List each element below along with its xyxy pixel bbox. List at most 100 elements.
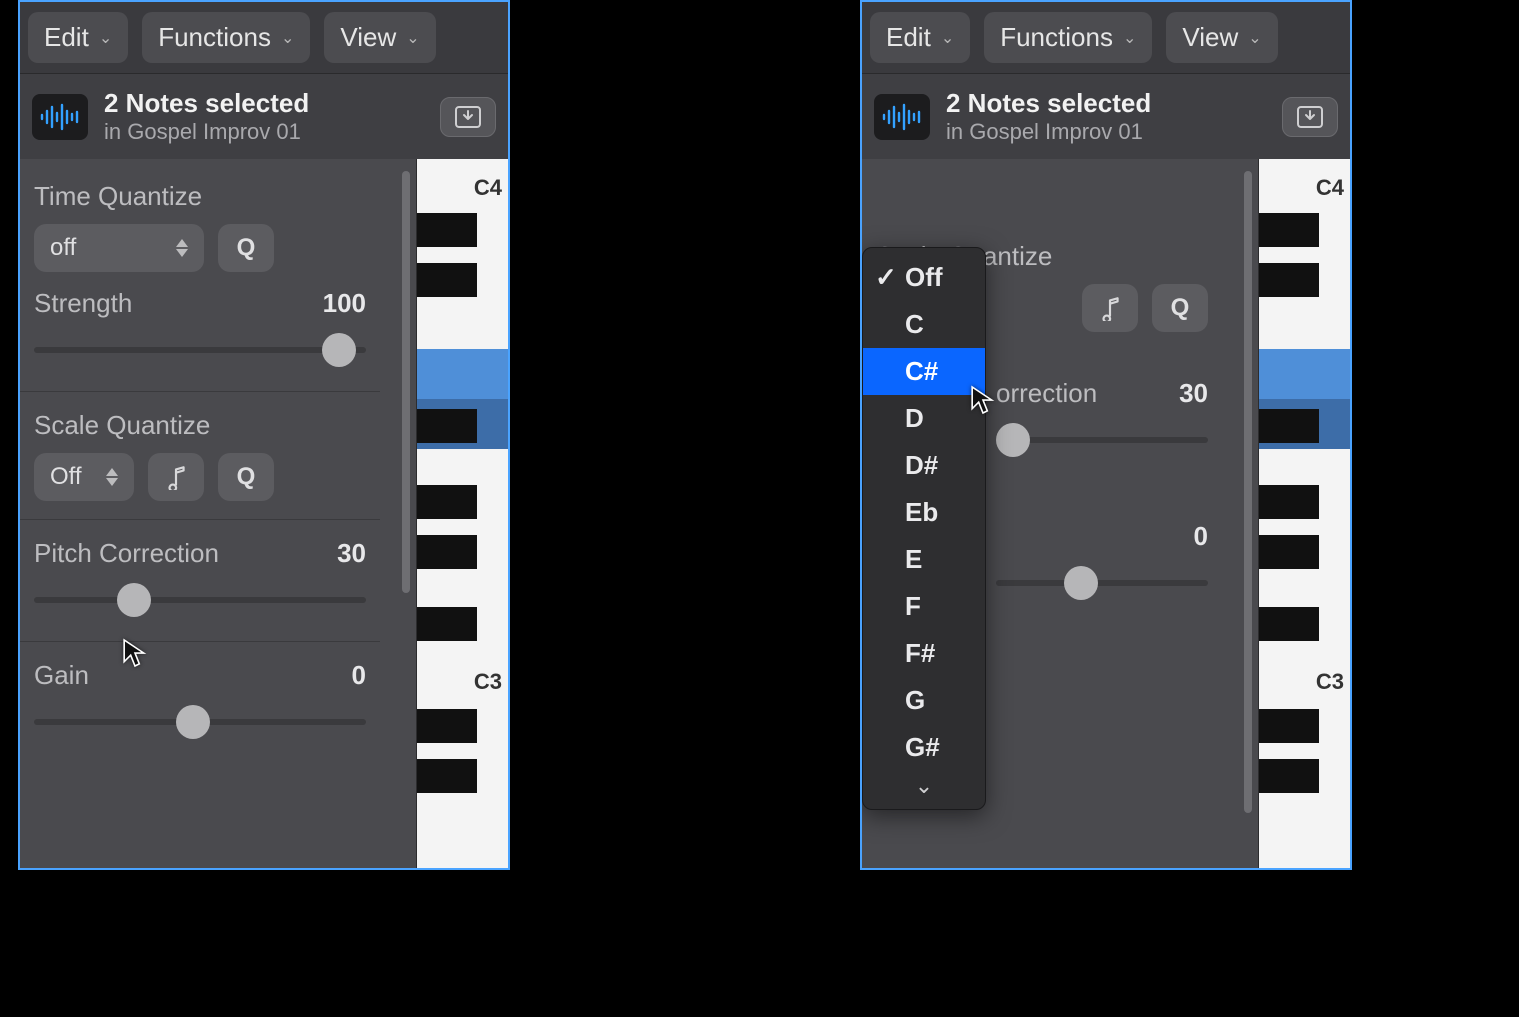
dropdown-item-label: C# — [905, 356, 938, 387]
gain-value: 0 — [352, 660, 366, 691]
slider-track — [996, 580, 1208, 586]
scale-type-button[interactable] — [148, 453, 204, 501]
piano-black-key[interactable] — [417, 409, 477, 443]
selection-header: 2 Notes selected in Gospel Improv 01 — [862, 74, 1350, 159]
dropdown-item-g[interactable]: G — [863, 677, 985, 724]
scale-type-button[interactable] — [1082, 284, 1138, 332]
piano-key-label-c3: C3 — [1316, 669, 1344, 695]
scale-quantize-select[interactable]: Off — [34, 453, 134, 501]
strength-label: Strength — [34, 288, 132, 319]
inspector-toggle-button[interactable] — [1282, 97, 1338, 137]
inspector: Time Quantize off Q Strength 100 — [20, 159, 380, 870]
dropdown-item-label: C — [905, 309, 924, 340]
menu-view-label: View — [1182, 22, 1238, 53]
scrollbar[interactable] — [402, 171, 410, 593]
piano-black-key[interactable] — [1259, 485, 1319, 519]
slider-knob[interactable] — [322, 333, 356, 367]
dropdown-item-label: D — [905, 403, 924, 434]
waveform-icon — [874, 94, 930, 140]
time-quantize-select[interactable]: off — [34, 224, 204, 272]
pitch-correction-slider[interactable] — [34, 577, 366, 623]
dropdown-item-c[interactable]: C — [863, 301, 985, 348]
dropdown-item-f[interactable]: F — [863, 583, 985, 630]
menu-functions[interactable]: Functions ⌄ — [984, 12, 1152, 63]
time-quantize-label: Time Quantize — [34, 181, 366, 212]
q-label: Q — [1171, 294, 1190, 322]
piano-black-key[interactable] — [417, 213, 477, 247]
dropdown-item-label: D# — [905, 450, 938, 481]
editor-panel-right: Edit ⌄ Functions ⌄ View ⌄ — [860, 0, 1352, 870]
waveform-icon — [32, 94, 88, 140]
dropdown-item-fsharp[interactable]: F# — [863, 630, 985, 677]
pitch-correction-slider[interactable] — [996, 417, 1208, 463]
slider-knob[interactable] — [1064, 566, 1098, 600]
inspector: Scale Quantize Q orrection 30 — [862, 159, 1222, 870]
inspector-toggle-button[interactable] — [440, 97, 496, 137]
menu-edit[interactable]: Edit ⌄ — [28, 12, 128, 63]
dropdown-item-label: F# — [905, 638, 935, 669]
divider — [20, 641, 380, 642]
slider-track — [34, 597, 366, 603]
slider-knob[interactable] — [996, 423, 1030, 457]
dropdown-item-csharp[interactable]: C# — [863, 348, 985, 395]
scale-quantize-value: Off — [50, 463, 82, 491]
dropdown-item-label: E — [905, 544, 922, 575]
dropdown-item-label: F — [905, 591, 921, 622]
second-slider[interactable] — [996, 560, 1208, 606]
piano-black-key[interactable] — [1259, 263, 1319, 297]
cursor-icon — [122, 637, 148, 669]
chevron-down-icon: ⌄ — [406, 28, 419, 48]
piano-roll[interactable]: C4 C3 — [416, 159, 508, 870]
menubar: Edit ⌄ Functions ⌄ View ⌄ — [862, 2, 1350, 74]
dropdown-item-off[interactable]: ✓Off — [863, 254, 985, 301]
piano-black-key[interactable] — [1259, 709, 1319, 743]
piano-black-key[interactable] — [1259, 213, 1319, 247]
dropdown-item-label: G — [905, 685, 925, 716]
time-quantize-apply-button[interactable]: Q — [218, 224, 274, 272]
dropdown-item-label: G# — [905, 732, 940, 763]
menu-view[interactable]: View ⌄ — [1166, 12, 1277, 63]
slider-knob[interactable] — [176, 705, 210, 739]
scale-quantize-apply-button[interactable]: Q — [218, 453, 274, 501]
dropdown-item-e[interactable]: E — [863, 536, 985, 583]
strength-slider[interactable] — [34, 327, 366, 373]
second-value: 0 — [1194, 521, 1208, 552]
stepper-icon — [106, 468, 118, 486]
chevron-down-icon: ⌄ — [99, 28, 112, 48]
piano-black-key[interactable] — [1259, 607, 1319, 641]
piano-black-key[interactable] — [1259, 535, 1319, 569]
scale-quantize-apply-button[interactable]: Q — [1152, 284, 1208, 332]
dropdown-item-d[interactable]: D — [863, 395, 985, 442]
scale-root-dropdown[interactable]: ✓Off C C# D D# Eb EF F# G G# ⌄ — [862, 247, 986, 810]
menu-edit-label: Edit — [886, 22, 931, 53]
menu-edit[interactable]: Edit ⌄ — [870, 12, 970, 63]
stepper-icon — [176, 239, 188, 257]
menu-functions[interactable]: Functions ⌄ — [142, 12, 310, 63]
piano-black-key[interactable] — [417, 535, 477, 569]
pitch-correction-value: 30 — [1179, 378, 1208, 409]
chevron-down-icon[interactable]: ⌄ — [863, 771, 985, 799]
selected-note-highlight — [1259, 349, 1350, 399]
editor-panel-left: Edit ⌄ Functions ⌄ View ⌄ — [18, 0, 510, 870]
selection-subtitle: in Gospel Improv 01 — [946, 119, 1266, 145]
piano-black-key[interactable] — [417, 485, 477, 519]
piano-black-key[interactable] — [417, 607, 477, 641]
menu-view[interactable]: View ⌄ — [324, 12, 435, 63]
pitch-correction-label: Pitch Correction — [34, 538, 219, 569]
piano-key-label-c4: C4 — [1316, 175, 1344, 201]
piano-roll[interactable]: C4 C3 — [1258, 159, 1350, 870]
dropdown-item-dsharp[interactable]: D# — [863, 442, 985, 489]
piano-black-key[interactable] — [417, 709, 477, 743]
pitch-correction-value: 30 — [337, 538, 366, 569]
scrollbar[interactable] — [1244, 171, 1252, 813]
piano-black-key[interactable] — [417, 759, 477, 793]
menu-functions-label: Functions — [158, 22, 271, 53]
dropdown-item-gsharp[interactable]: G# — [863, 724, 985, 771]
slider-knob[interactable] — [117, 583, 151, 617]
gain-slider[interactable] — [34, 699, 366, 745]
piano-black-key[interactable] — [1259, 409, 1319, 443]
piano-black-key[interactable] — [1259, 759, 1319, 793]
gain-label: Gain — [34, 660, 89, 691]
piano-black-key[interactable] — [417, 263, 477, 297]
dropdown-item-eb[interactable]: Eb — [863, 489, 985, 536]
